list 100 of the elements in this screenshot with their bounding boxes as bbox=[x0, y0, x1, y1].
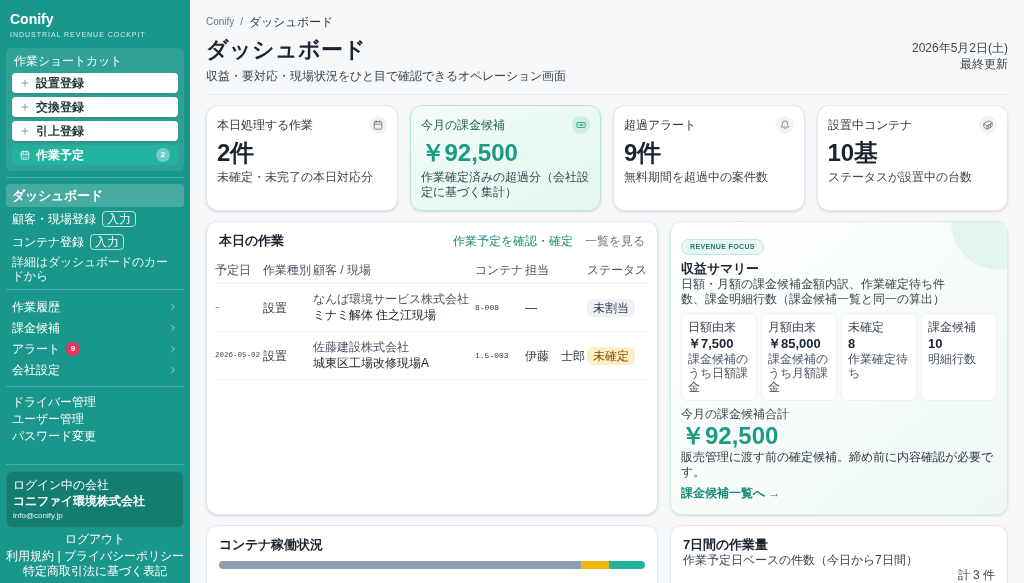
metric-value: 8 bbox=[848, 335, 857, 352]
stat-label: 設置中コンテナ bbox=[827, 117, 912, 133]
footer-link[interactable]: プライバシーポリシー bbox=[63, 549, 184, 564]
metric-note: 課金候補のうち日額課金 bbox=[688, 352, 749, 394]
metric-value: 10 bbox=[928, 335, 944, 352]
nav-hint: 詳細はダッシュボードのカードから bbox=[11, 255, 169, 283]
card-title: コンテナ稼働状況 bbox=[219, 536, 324, 553]
stat-value: 9件 bbox=[624, 138, 663, 168]
shortcut-button[interactable]: 引上登録 bbox=[12, 121, 178, 141]
card-title: 本日の作業 bbox=[219, 232, 284, 249]
card-description: 日額・月額の課金候補金額内訳、作業確定待ち件数、課金明細行数（課金候補一覧と同一の算出） bbox=[681, 277, 946, 307]
total-note: 販売管理に渡す前の確定候補。締め前に内容確認が必要です。 bbox=[681, 450, 994, 480]
stat-value: 10基 bbox=[827, 138, 880, 168]
stat-note: 作業確定済みの超過分（会社設定に基づく集計） bbox=[420, 170, 590, 200]
stat-value: 2件 bbox=[217, 138, 256, 168]
card-title: 収益サマリー bbox=[681, 260, 760, 277]
header-link[interactable]: 作業予定を確認・確定 bbox=[453, 232, 573, 249]
total-label: 今月の課金候補合計 bbox=[681, 407, 790, 422]
input-tag: 入力 bbox=[90, 233, 124, 250]
metric-value: ￥85,000 bbox=[768, 335, 822, 352]
stat-label: 今月の課金候補 bbox=[420, 117, 505, 133]
header-link[interactable]: 一覧を見る bbox=[585, 232, 645, 249]
site-name: 城東区工場改修現場A bbox=[313, 355, 430, 371]
status-tag: 未割当 bbox=[587, 298, 635, 317]
table-cell-text: 8-008 bbox=[475, 301, 500, 314]
shortcut-button[interactable]: 設置登録 bbox=[12, 73, 178, 93]
stat-note: 未確定・未完了の本日対応分 bbox=[217, 170, 374, 185]
table-cell-text: 1.5-003 bbox=[475, 349, 510, 362]
plus-icon bbox=[20, 78, 30, 88]
calendar-icon bbox=[368, 116, 387, 134]
customer-name: 佐藤建設株式会社 bbox=[313, 340, 410, 355]
count-badge: 9 bbox=[66, 341, 80, 356]
bell-icon bbox=[775, 116, 794, 134]
column-header: コンテナ bbox=[475, 263, 524, 277]
stat-note: 無料期間を超過中の案件数 bbox=[624, 170, 769, 185]
input-tag: 入力 bbox=[102, 210, 136, 227]
column-header: 作業種別 bbox=[263, 263, 312, 277]
shortcut-button[interactable]: 交換登録 bbox=[12, 97, 178, 117]
status-tag: 未確定 bbox=[587, 346, 635, 365]
stat-note: ステータスが設置中の台数 bbox=[827, 170, 973, 185]
logout-button[interactable]: ログアウト bbox=[65, 532, 125, 547]
billing-list-link[interactable]: 課金候補一覧へ → bbox=[681, 486, 781, 501]
footer-link[interactable]: 利用規約 bbox=[6, 549, 55, 564]
chevron-right-icon bbox=[168, 364, 178, 375]
stat-value: ￥92,500 bbox=[420, 138, 519, 168]
plus-icon bbox=[20, 126, 30, 136]
table-cell-text: 設置 bbox=[263, 347, 288, 365]
nav-item[interactable]: 作業履歴 bbox=[6, 296, 184, 317]
metric-note: 課金候補のうち月額課金 bbox=[768, 352, 829, 394]
card-subtitle: 作業予定日ベースの件数（今日から7日間） bbox=[683, 553, 919, 568]
page-title: ダッシュボード bbox=[206, 36, 367, 64]
calendar-icon bbox=[20, 150, 30, 160]
nav-item[interactable]: 課金候補 bbox=[6, 317, 184, 338]
schedule-button[interactable]: 作業予定 2 bbox=[12, 145, 178, 165]
settings-link[interactable]: ユーザー管理 bbox=[6, 410, 184, 427]
nav-item[interactable]: アラート 9 bbox=[6, 338, 184, 359]
table-cell-text: 伊藤 士郎 bbox=[525, 347, 586, 365]
settings-link[interactable]: パスワード変更 bbox=[6, 427, 184, 444]
count-badge: 2 bbox=[156, 148, 170, 162]
metric-value: ￥7,500 bbox=[688, 335, 735, 352]
nav-item[interactable]: ダッシュボード bbox=[6, 184, 184, 207]
stat-label: 本日処理する作業 bbox=[217, 117, 313, 133]
chevron-right-icon bbox=[168, 343, 178, 354]
customer-name: なんば環境サービス株式会社 bbox=[313, 292, 470, 307]
nav-item[interactable]: コンテナ登録 入力 bbox=[6, 230, 184, 253]
account-email: info@conify.jp bbox=[13, 510, 64, 521]
card-title: 7日間の作業量 bbox=[683, 536, 770, 553]
metric-note: 作業確定待ち bbox=[848, 352, 909, 380]
breadcrumb-separator: / bbox=[240, 15, 244, 29]
column-header: 担当 bbox=[525, 263, 550, 277]
column-header: ステータス bbox=[587, 263, 648, 277]
breadcrumb-current: ダッシュボード bbox=[249, 14, 334, 30]
nav-item[interactable]: 会社設定 bbox=[6, 359, 184, 380]
panel-label: 作業ショートカット bbox=[13, 54, 123, 69]
brand-name: Conify bbox=[9, 10, 55, 28]
metric-label: 課金候補 bbox=[928, 320, 977, 335]
table-cell-text: — bbox=[525, 299, 538, 317]
total-count: 計 3 件 bbox=[957, 568, 995, 583]
metric-note: 明細行数 bbox=[928, 352, 977, 366]
table-cell-text: 設置 bbox=[263, 299, 288, 317]
footer-separator: | bbox=[57, 549, 61, 564]
updated-label: 最終更新 bbox=[960, 56, 1008, 72]
chevron-right-icon bbox=[168, 322, 178, 333]
stat-label: 超過アラート bbox=[624, 117, 696, 133]
site-name: ミナミ解体 住之江現場 bbox=[313, 307, 438, 323]
column-header: 顧客 / 現場 bbox=[313, 263, 372, 277]
breadcrumb-link[interactable]: Conify bbox=[206, 14, 235, 30]
footer-link[interactable]: 特定商取引法に基づく表記 bbox=[23, 564, 167, 579]
container-icon bbox=[979, 116, 997, 134]
account-label: ログイン中の会社 bbox=[13, 478, 110, 493]
chevron-right-icon bbox=[168, 301, 178, 312]
column-header: 予定日 bbox=[215, 263, 252, 277]
nav-item[interactable]: 顧客・現場登録 入力 bbox=[6, 207, 184, 230]
banknote-icon bbox=[572, 116, 590, 134]
settings-link[interactable]: ドライバー管理 bbox=[6, 393, 184, 410]
metric-label: 未確定 bbox=[848, 320, 885, 335]
company-name: コニファイ環境株式会社 bbox=[13, 494, 146, 509]
page-subtitle: 収益・要対応・現場状況をひと目で確認できるオペレーション画面 bbox=[206, 68, 566, 84]
date-text: 2026年5月2日(土) bbox=[911, 40, 1008, 56]
plus-icon bbox=[20, 102, 30, 112]
